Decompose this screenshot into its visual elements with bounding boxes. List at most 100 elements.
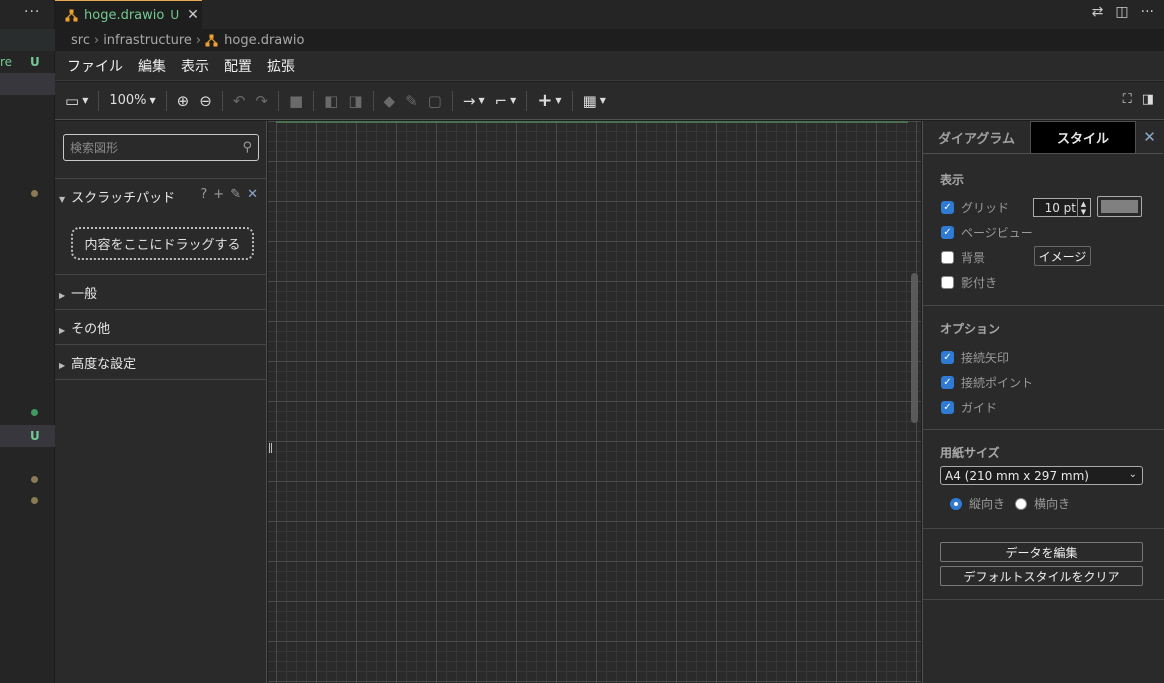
checkbox-label: ガイド bbox=[961, 401, 998, 415]
to-back-icon[interactable]: ◨ bbox=[348, 92, 362, 110]
chevron-right-icon: › bbox=[195, 32, 202, 48]
zoom-dropdown[interactable]: 100% ▼ bbox=[109, 93, 155, 108]
edit-data-button[interactable]: データを編集 bbox=[940, 542, 1143, 562]
menu-view[interactable]: 表示 bbox=[181, 56, 209, 76]
divider bbox=[923, 305, 1164, 306]
scratchpad-drop-zone[interactable]: 内容をここにドラッグする bbox=[71, 227, 254, 260]
to-front-icon[interactable]: ◧ bbox=[324, 92, 338, 110]
search-icon[interactable]: ⚲ bbox=[242, 140, 252, 155]
tab-diagram[interactable]: ダイアグラム bbox=[923, 121, 1030, 154]
open-changes-icon[interactable]: ⇄ bbox=[1092, 4, 1104, 20]
breadcrumb: src › infrastructure › hoge.drawio bbox=[55, 29, 1164, 51]
diagram-canvas[interactable] bbox=[268, 121, 921, 683]
breadcrumb-hoge-drawio[interactable]: hoge.drawio bbox=[224, 33, 304, 48]
checkbox-checked-icon: ✓ bbox=[941, 351, 954, 364]
scratchpad-title: スクラッチパッド bbox=[71, 191, 176, 206]
divider bbox=[55, 178, 267, 179]
fill-color-icon[interactable]: ◆ bbox=[384, 92, 396, 110]
panel-layout-icon: ▭ bbox=[65, 91, 80, 110]
editor-actions: ⇄ ◫ ··· bbox=[1092, 4, 1154, 20]
background-checkbox[interactable]: 背景 bbox=[941, 249, 985, 266]
line-color-icon[interactable]: ✎ bbox=[405, 92, 418, 110]
portrait-radio[interactable]: 縦向き bbox=[950, 495, 1005, 512]
scratchpad-tools: ? + ✎ ✕ bbox=[200, 187, 258, 202]
clear-default-style-button[interactable]: デフォルトスタイルをクリア bbox=[940, 566, 1143, 586]
options-section-title: オプション bbox=[940, 322, 1001, 336]
guides-checkbox[interactable]: ✓ ガイド bbox=[941, 399, 997, 416]
delete-icon[interactable]: ■ bbox=[289, 92, 303, 110]
breadcrumb-src[interactable]: src bbox=[71, 33, 90, 48]
grid-checkbox[interactable]: ✓ グリッド bbox=[941, 199, 1009, 216]
shadow-icon[interactable]: ▢ bbox=[428, 92, 442, 110]
checkbox-label: 背景 bbox=[961, 251, 986, 265]
checkbox-unchecked-icon bbox=[941, 251, 954, 264]
zoom-out-icon[interactable]: ⊖ bbox=[199, 92, 212, 110]
divider bbox=[923, 528, 1164, 529]
menu-extras[interactable]: 拡張 bbox=[267, 56, 295, 76]
paper-size-select[interactable]: A4 (210 mm x 297 mm) ⌄ bbox=[940, 466, 1143, 485]
menu-file[interactable]: ファイル bbox=[67, 56, 123, 76]
drawio-menubar: ファイル 編集 表示 配置 拡張 bbox=[55, 51, 1164, 81]
undo-icon[interactable]: ↶ bbox=[233, 92, 246, 110]
background-image-button[interactable]: イメージ bbox=[1034, 246, 1091, 266]
edit-icon[interactable]: ✎ bbox=[230, 187, 241, 202]
close-icon[interactable]: ✕ bbox=[247, 187, 258, 202]
caret-right-icon: ▶ bbox=[59, 361, 66, 370]
explorer-row-hoge-drawio[interactable]: U bbox=[0, 425, 55, 447]
view-layout-button[interactable]: ▭ ▼ bbox=[65, 92, 88, 110]
close-format-icon[interactable]: ✕ bbox=[1136, 121, 1163, 154]
landscape-radio[interactable]: 横向き bbox=[1015, 495, 1070, 512]
shadow-checkbox[interactable]: 影付き bbox=[941, 274, 997, 291]
more-editor-actions-icon[interactable]: ··· bbox=[1141, 4, 1154, 20]
drawio-file-icon bbox=[65, 9, 78, 21]
tab-close-icon[interactable]: ✕ bbox=[187, 7, 199, 23]
shape-group-advanced[interactable]: ▶ 高度な設定 bbox=[59, 353, 136, 372]
fullscreen-icon[interactable]: ⛶ bbox=[1123, 92, 1132, 107]
menu-arrange[interactable]: 配置 bbox=[224, 56, 252, 76]
plus-icon: + bbox=[537, 90, 553, 111]
connection-arrows-checkbox[interactable]: ✓ 接続矢印 bbox=[941, 349, 1009, 366]
search-input[interactable] bbox=[64, 135, 229, 160]
toolbar-right: ⛶ ◨ bbox=[1123, 92, 1154, 107]
tab-style[interactable]: スタイル bbox=[1030, 121, 1136, 154]
explorer-row-selected[interactable] bbox=[0, 73, 55, 95]
explorer-row-infrastructure[interactable]: re U bbox=[0, 51, 55, 73]
help-icon[interactable]: ? bbox=[200, 187, 207, 202]
checkbox-unchecked-icon bbox=[941, 276, 954, 289]
modified-dot-icon bbox=[31, 190, 38, 197]
format-panel: ダイアグラム スタイル ✕ 表示 ✓ グリッド 10 pt ▲ ▼ ✓ ページビュー … bbox=[922, 121, 1164, 683]
page-view-checkbox[interactable]: ✓ ページビュー bbox=[941, 224, 1033, 241]
add-icon[interactable]: + bbox=[213, 187, 224, 202]
connection-points-checkbox[interactable]: ✓ 接続ポイント bbox=[941, 374, 1033, 391]
redo-icon[interactable]: ↷ bbox=[255, 92, 268, 110]
tab-hoge-drawio[interactable]: hoge.drawio U ✕ bbox=[55, 0, 202, 29]
sidebar-resize-handle[interactable] bbox=[269, 443, 272, 453]
more-actions-icon[interactable]: ··· bbox=[24, 4, 40, 20]
vscode-window: ··· re U U hoge.drawio U ✕ ⇄ ◫ ··· src ›… bbox=[0, 0, 1164, 683]
menu-edit[interactable]: 編集 bbox=[138, 56, 166, 76]
shape-group-misc[interactable]: ▶ その他 bbox=[59, 318, 110, 337]
zoom-in-icon[interactable]: ⊕ bbox=[177, 92, 190, 110]
shape-group-general[interactable]: ▶ 一般 bbox=[59, 283, 97, 302]
grid-size-stepper[interactable]: ▲ ▼ bbox=[1077, 198, 1089, 217]
waypoints-button[interactable]: ⌐ ▼ bbox=[495, 92, 517, 110]
shape-search: ⚲ bbox=[63, 134, 259, 161]
connection-style-button[interactable]: → ▼ bbox=[463, 92, 485, 110]
format-tabs: ダイアグラム スタイル ✕ bbox=[923, 121, 1164, 154]
canvas-scrollbar[interactable] bbox=[911, 273, 918, 423]
git-untracked-badge: U bbox=[30, 55, 40, 69]
explorer-row[interactable] bbox=[0, 29, 55, 51]
chevron-down-icon: ⌄ bbox=[1128, 469, 1137, 480]
format-panel-toggle-icon[interactable]: ◨ bbox=[1142, 92, 1154, 107]
modified-dot-icon bbox=[31, 476, 38, 483]
toolbar-divider bbox=[571, 90, 573, 111]
breadcrumb-infrastructure[interactable]: infrastructure bbox=[103, 33, 192, 48]
drawio-toolbar: ▭ ▼ 100% ▼ ⊕ ⊖ ↶ ↷ ■ ◧ ◨ ◆ ✎ ▢ → ▼ ⌐ ▼ + ▼ ▦ ▼… bbox=[55, 82, 1164, 120]
scratchpad-header[interactable]: ▼ スクラッチパッド bbox=[59, 187, 175, 206]
grid-color-button[interactable] bbox=[1097, 196, 1142, 217]
split-editor-icon[interactable]: ◫ bbox=[1115, 4, 1128, 20]
toolbar-divider bbox=[165, 90, 167, 111]
table-button[interactable]: ▦ ▼ bbox=[583, 92, 606, 110]
toolbar-divider bbox=[313, 90, 315, 111]
insert-button[interactable]: + ▼ bbox=[537, 90, 561, 111]
